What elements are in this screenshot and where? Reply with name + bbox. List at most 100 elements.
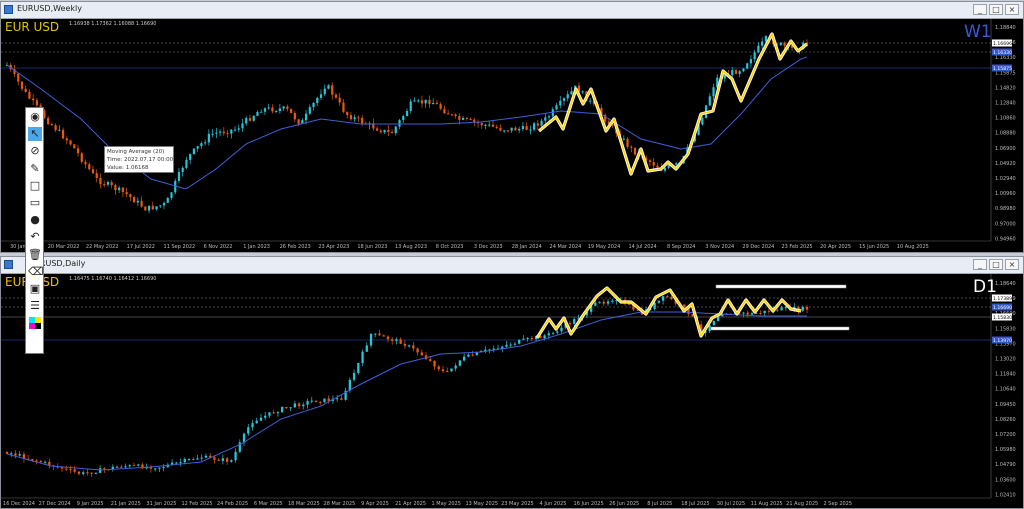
trash-all-icon[interactable]: ⌫ <box>28 265 44 279</box>
dot-icon[interactable]: ● <box>28 213 42 227</box>
window-titlebar[interactable]: EURUSD,Weekly _ □ × <box>1 2 1023 19</box>
chart-window-daily: EURUSD,Daily _ □ × 1.186401.173891.16690… <box>0 256 1024 509</box>
date-axis-label: 20 Apr 2025 <box>820 244 851 250</box>
candle <box>259 417 263 421</box>
candle <box>413 100 416 102</box>
candle <box>633 147 637 155</box>
candle <box>121 187 124 193</box>
candle <box>461 117 465 120</box>
candle <box>230 129 233 134</box>
candle <box>510 127 513 131</box>
svg-text:1.16690: 1.16690 <box>993 305 1012 311</box>
candle <box>196 146 199 149</box>
undo-icon[interactable]: ↶ <box>28 230 42 244</box>
candle <box>378 333 381 336</box>
date-axis-label: 16 Dec 2024 <box>3 501 35 507</box>
candle <box>630 146 633 148</box>
candle <box>544 117 547 121</box>
candle <box>314 400 318 403</box>
date-axis-label: 1 Jan 2023 <box>243 244 270 250</box>
candle <box>297 119 300 124</box>
window-titlebar[interactable]: EURUSD,Daily _ □ × <box>1 257 1023 274</box>
minimize-button[interactable]: _ <box>973 259 987 270</box>
chart-area-weekly[interactable]: 1.18840 1.16696 1.16330 1.15875 1.14820 1.128… <box>1 19 1023 252</box>
candle <box>183 459 186 463</box>
trash-icon[interactable]: 🗑 <box>28 248 42 262</box>
rectangle-icon[interactable]: □ <box>28 179 42 193</box>
cursor-icon[interactable]: ↖ <box>28 127 42 142</box>
candle <box>394 126 397 134</box>
candle <box>349 115 353 120</box>
candle <box>306 400 309 405</box>
candle <box>657 300 661 303</box>
color-palette-icon[interactable] <box>28 316 42 330</box>
drawn-level-bar[interactable] <box>710 326 850 331</box>
candle <box>581 91 584 93</box>
candle <box>757 45 760 53</box>
candle <box>465 117 468 120</box>
price-axis-label: 1.10640 <box>995 387 1016 393</box>
pencil-icon[interactable]: ✎ <box>28 162 42 176</box>
candle <box>155 206 158 210</box>
moving-average-line[interactable] <box>6 311 807 471</box>
candle <box>166 197 169 203</box>
price-axis-label: 1.09450 <box>995 402 1016 408</box>
candle <box>488 124 491 126</box>
candle <box>403 343 407 346</box>
candle <box>226 133 229 135</box>
candle <box>73 144 76 149</box>
close-button[interactable]: × <box>1005 4 1019 15</box>
date-axis-label: 28 Jan 2024 <box>512 244 542 250</box>
date-axis-label: 17 Jul 2022 <box>127 244 155 250</box>
drawn-level-bar[interactable] <box>715 284 847 289</box>
clipboard-icon[interactable]: ☰ <box>28 299 42 313</box>
minimize-button[interactable]: _ <box>973 4 987 15</box>
tooltip-value: Value: 1.06168 <box>107 165 149 171</box>
date-axis-label: 21 Jan 2025 <box>111 501 141 507</box>
candle <box>746 63 749 69</box>
candle <box>35 100 39 106</box>
candle <box>386 336 390 340</box>
chart-area-daily[interactable]: 1.186401.173891.166901.158301.139701.130… <box>1 274 1023 508</box>
price-axis-label: 0.97000 <box>995 221 1016 227</box>
date-axis-label: 9 Jan 2025 <box>77 501 104 507</box>
price-axis-label: 1.12840 <box>995 101 1016 107</box>
zigzag-line[interactable] <box>536 287 802 339</box>
candle <box>28 91 31 99</box>
eye-icon[interactable]: ◉ <box>28 110 42 124</box>
candle <box>589 100 592 102</box>
candle <box>252 115 255 121</box>
screenshot-icon[interactable]: ▣ <box>28 282 42 296</box>
candle <box>82 472 85 474</box>
maximize-button[interactable]: □ <box>989 259 1003 270</box>
candle <box>334 94 338 98</box>
candle <box>559 100 562 106</box>
candle <box>458 360 462 366</box>
candle <box>297 403 301 407</box>
hide-icon[interactable]: ⊘ <box>28 144 42 158</box>
candle <box>153 468 157 470</box>
price-chart-weekly[interactable]: 1.18840 1.16696 1.16330 1.15875 1.14820 1.128… <box>1 19 1023 252</box>
candle <box>69 468 72 470</box>
price-chart-daily[interactable]: 1.186401.173891.166901.158301.139701.130… <box>1 274 1023 509</box>
candle <box>560 327 563 332</box>
candle <box>683 304 686 308</box>
candle <box>447 113 450 115</box>
candle <box>437 366 440 370</box>
candle <box>99 177 102 185</box>
zigzag-line[interactable] <box>538 33 808 175</box>
candle <box>383 129 386 133</box>
eraser-icon[interactable]: ▭ <box>28 196 42 210</box>
candle <box>95 173 98 178</box>
candle <box>518 339 521 344</box>
candle <box>390 132 394 134</box>
date-axis-label: 15 Jun 2025 <box>859 244 889 250</box>
date-axis-label: 9 Apr 2025 <box>361 501 389 507</box>
maximize-button[interactable]: □ <box>989 4 1003 15</box>
candle <box>124 466 127 468</box>
candle <box>467 354 470 357</box>
candle <box>675 163 678 165</box>
window-title: EURUSD,Weekly <box>17 4 82 13</box>
candle <box>395 339 398 341</box>
close-button[interactable]: × <box>1005 259 1019 270</box>
